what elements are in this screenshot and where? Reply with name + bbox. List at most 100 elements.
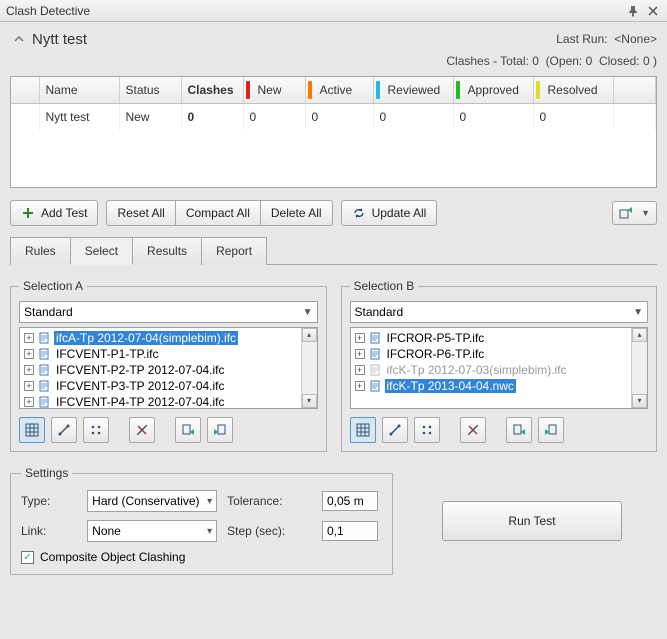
tree-item[interactable]: +ifcA-Tp 2012-07-04(simplebim).ifc bbox=[20, 330, 301, 346]
col-spacer bbox=[613, 77, 656, 104]
tree-item[interactable]: + IFCVENT-P2-TP 2012-07-04.ifc bbox=[20, 362, 301, 378]
cell-new: 0 bbox=[243, 104, 305, 131]
tree-item-label: IFCVENT-P3-TP 2012-07-04.ifc bbox=[54, 379, 227, 393]
pin-icon[interactable] bbox=[625, 3, 641, 19]
settings-legend: Settings bbox=[21, 466, 72, 480]
geometry-grid-button[interactable] bbox=[19, 417, 45, 443]
plus-icon bbox=[21, 206, 35, 220]
composite-checkbox-row[interactable]: ✓ Composite Object Clashing bbox=[21, 550, 382, 564]
col-active[interactable]: Active bbox=[305, 77, 373, 104]
run-test-button[interactable]: Run Test bbox=[442, 501, 622, 541]
tree-item-label: ifcK-Tp 2013-04-04.nwc bbox=[385, 379, 516, 393]
chevron-down-icon: ▼ bbox=[303, 307, 313, 318]
geometry-line-button[interactable] bbox=[51, 417, 77, 443]
scroll-down-icon[interactable]: ▾ bbox=[632, 394, 647, 408]
self-intersect-button[interactable] bbox=[460, 417, 486, 443]
file-icon bbox=[369, 364, 381, 376]
scrollbar[interactable]: ▴ ▾ bbox=[631, 328, 647, 408]
expand-icon[interactable]: + bbox=[24, 333, 34, 343]
tab-rules[interactable]: Rules bbox=[10, 237, 71, 265]
file-icon bbox=[369, 380, 381, 392]
use-current-selection-button[interactable] bbox=[175, 417, 201, 443]
geometry-points-button[interactable] bbox=[414, 417, 440, 443]
col-name[interactable]: Name bbox=[39, 77, 119, 104]
chevron-down-icon: ▼ bbox=[633, 307, 643, 318]
tree-item[interactable]: + IFCVENT-P3-TP 2012-07-04.ifc bbox=[20, 378, 301, 394]
geometry-points-button[interactable] bbox=[83, 417, 109, 443]
table-row[interactable]: Nytt test New 0 0 0 0 0 0 bbox=[11, 104, 656, 131]
reset-all-button[interactable]: Reset All bbox=[106, 200, 175, 226]
selection-a-mode-combo[interactable]: Standard ▼ bbox=[19, 301, 318, 323]
tree-item[interactable]: + IFCROR-P6-TP.ifc bbox=[351, 346, 632, 362]
tolerance-input[interactable] bbox=[322, 491, 378, 511]
cell-name: Nytt test bbox=[39, 104, 119, 131]
close-icon[interactable] bbox=[645, 3, 661, 19]
cell-clashes: 0 bbox=[181, 104, 243, 131]
expand-icon[interactable]: + bbox=[355, 365, 365, 375]
geometry-grid-button[interactable] bbox=[350, 417, 376, 443]
expand-icon[interactable]: + bbox=[24, 381, 34, 391]
grid-header-blank bbox=[11, 77, 39, 104]
use-current-selection-button[interactable] bbox=[506, 417, 532, 443]
tree-item-label: IFCROR-P6-TP.ifc bbox=[385, 347, 487, 361]
col-clashes[interactable]: Clashes bbox=[181, 77, 243, 104]
chevron-down-icon: ▼ bbox=[641, 208, 650, 218]
col-reviewed[interactable]: Reviewed bbox=[373, 77, 453, 104]
import-selection-button[interactable] bbox=[538, 417, 564, 443]
export-icon bbox=[619, 206, 633, 220]
cell-resolved: 0 bbox=[533, 104, 613, 131]
settings-panel: Settings Type: Hard (Conservative)▾ Tole… bbox=[10, 466, 393, 575]
cell-active: 0 bbox=[305, 104, 373, 131]
expand-icon[interactable]: + bbox=[355, 381, 365, 391]
delete-all-button[interactable]: Delete All bbox=[261, 200, 333, 226]
tab-report[interactable]: Report bbox=[201, 237, 267, 265]
col-status[interactable]: Status bbox=[119, 77, 181, 104]
scrollbar[interactable]: ▴ ▾ bbox=[301, 328, 317, 408]
tab-select[interactable]: Select bbox=[70, 237, 133, 265]
add-test-button[interactable]: Add Test bbox=[10, 200, 98, 226]
checkbox-checked-icon[interactable]: ✓ bbox=[21, 551, 34, 564]
selection-a-panel: Selection A Standard ▼ +ifcA-Tp 2012-07-… bbox=[10, 279, 327, 452]
link-label: Link: bbox=[21, 524, 77, 538]
tree-item[interactable]: + ifcK-Tp 2013-04-04.nwc bbox=[351, 378, 632, 394]
col-new[interactable]: New bbox=[243, 77, 305, 104]
scroll-up-icon[interactable]: ▴ bbox=[632, 328, 647, 342]
expand-icon[interactable]: + bbox=[24, 397, 34, 407]
update-all-button[interactable]: Update All bbox=[341, 200, 438, 226]
selection-b-mode-combo[interactable]: Standard ▼ bbox=[350, 301, 649, 323]
tree-item[interactable]: + IFCVENT-P4-TP 2012-07-04.ifc bbox=[20, 394, 301, 408]
clash-summary: Clashes - Total: 0 (Open: 0 Closed: 0 ) bbox=[10, 54, 657, 68]
self-intersect-button[interactable] bbox=[129, 417, 155, 443]
file-icon bbox=[369, 348, 381, 360]
compact-all-button[interactable]: Compact All bbox=[176, 200, 261, 226]
expand-icon[interactable]: + bbox=[24, 365, 34, 375]
expand-icon[interactable]: + bbox=[24, 349, 34, 359]
expand-icon[interactable]: + bbox=[355, 349, 365, 359]
selection-a-tree[interactable]: +ifcA-Tp 2012-07-04(simplebim).ifc+IFCVE… bbox=[19, 327, 318, 409]
tab-results[interactable]: Results bbox=[132, 237, 202, 265]
selection-b-tree[interactable]: +IFCROR-P5-TP.ifc+IFCROR-P6-TP.ifc+ifcK-… bbox=[350, 327, 649, 409]
tests-grid[interactable]: Name Status Clashes New Active Reviewed … bbox=[10, 76, 657, 188]
scroll-up-icon[interactable]: ▴ bbox=[302, 328, 317, 342]
col-approved[interactable]: Approved bbox=[453, 77, 533, 104]
scroll-down-icon[interactable]: ▾ bbox=[302, 394, 317, 408]
tree-item-label: IFCVENT-P2-TP 2012-07-04.ifc bbox=[54, 363, 227, 377]
link-combo[interactable]: None▾ bbox=[87, 520, 217, 542]
import-selection-button[interactable] bbox=[207, 417, 233, 443]
col-resolved[interactable]: Resolved bbox=[533, 77, 613, 104]
tree-item[interactable]: +ifcK-Tp 2012-07-03(simplebim).ifc bbox=[351, 362, 632, 378]
tree-item-label: IFCVENT-P4-TP 2012-07-04.ifc bbox=[54, 395, 227, 408]
step-input[interactable] bbox=[322, 521, 378, 541]
selection-a-legend: Selection A bbox=[19, 279, 87, 293]
type-combo[interactable]: Hard (Conservative)▾ bbox=[87, 490, 217, 512]
tree-item[interactable]: +IFCROR-P5-TP.ifc bbox=[351, 330, 632, 346]
tree-item-label: IFCVENT-P1-TP.ifc bbox=[54, 347, 160, 361]
geometry-line-button[interactable] bbox=[382, 417, 408, 443]
window-title: Clash Detective bbox=[6, 4, 621, 18]
grid-header-row: Name Status Clashes New Active Reviewed … bbox=[11, 77, 656, 104]
tree-item[interactable]: + IFCVENT-P1-TP.ifc bbox=[20, 346, 301, 362]
chevron-up-icon[interactable] bbox=[10, 30, 28, 48]
export-menu-button[interactable]: ▼ bbox=[612, 201, 657, 225]
file-icon bbox=[38, 332, 50, 344]
expand-icon[interactable]: + bbox=[355, 333, 365, 343]
